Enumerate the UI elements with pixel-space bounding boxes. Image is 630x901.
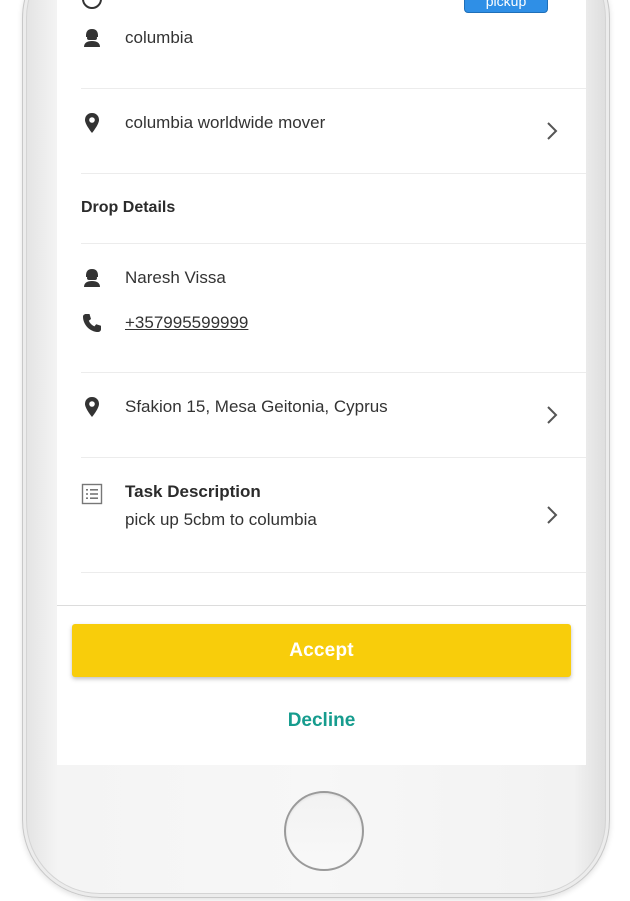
- location-pin-icon: [85, 397, 99, 417]
- drop-details-title: Drop Details: [81, 199, 176, 216]
- pickup-name: columbia: [125, 28, 194, 47]
- decline-button[interactable]: Decline: [72, 700, 571, 742]
- chevron-right-icon: [547, 406, 558, 424]
- chevron-right-icon: [547, 506, 558, 524]
- pickup-address: columbia worldwide mover: [125, 113, 326, 132]
- task-detail-screen: pickup columbia columbia worldwide mover…: [57, 0, 586, 765]
- person-icon: [84, 269, 100, 287]
- divider: [81, 243, 586, 244]
- drop-address: Sfakion 15, Mesa Geitonia, Cyprus: [125, 397, 388, 416]
- drop-phone-link[interactable]: +357995599999: [125, 313, 248, 333]
- list-icon: [81, 483, 103, 505]
- task-description-text: pick up 5cbm to columbia: [125, 510, 317, 529]
- location-pin-icon: [85, 113, 99, 133]
- footer-divider: [57, 605, 586, 606]
- divider: [81, 572, 586, 573]
- pickup-badge: pickup: [464, 0, 548, 13]
- task-description-row[interactable]: Task Description pick up 5cbm to columbi…: [57, 458, 586, 572]
- accept-button[interactable]: Accept: [72, 624, 571, 677]
- drop-contact-name: Naresh Vissa: [125, 268, 226, 287]
- phone-icon: [83, 314, 101, 332]
- task-description-title: Task Description: [125, 482, 261, 501]
- person-icon: [84, 29, 100, 47]
- clock-icon: [82, 0, 102, 9]
- chevron-right-icon: [547, 122, 558, 140]
- divider: [81, 173, 586, 174]
- home-button[interactable]: [284, 791, 364, 871]
- pickup-address-row[interactable]: columbia worldwide mover: [57, 89, 586, 173]
- drop-address-row[interactable]: Sfakion 15, Mesa Geitonia, Cyprus: [57, 373, 586, 457]
